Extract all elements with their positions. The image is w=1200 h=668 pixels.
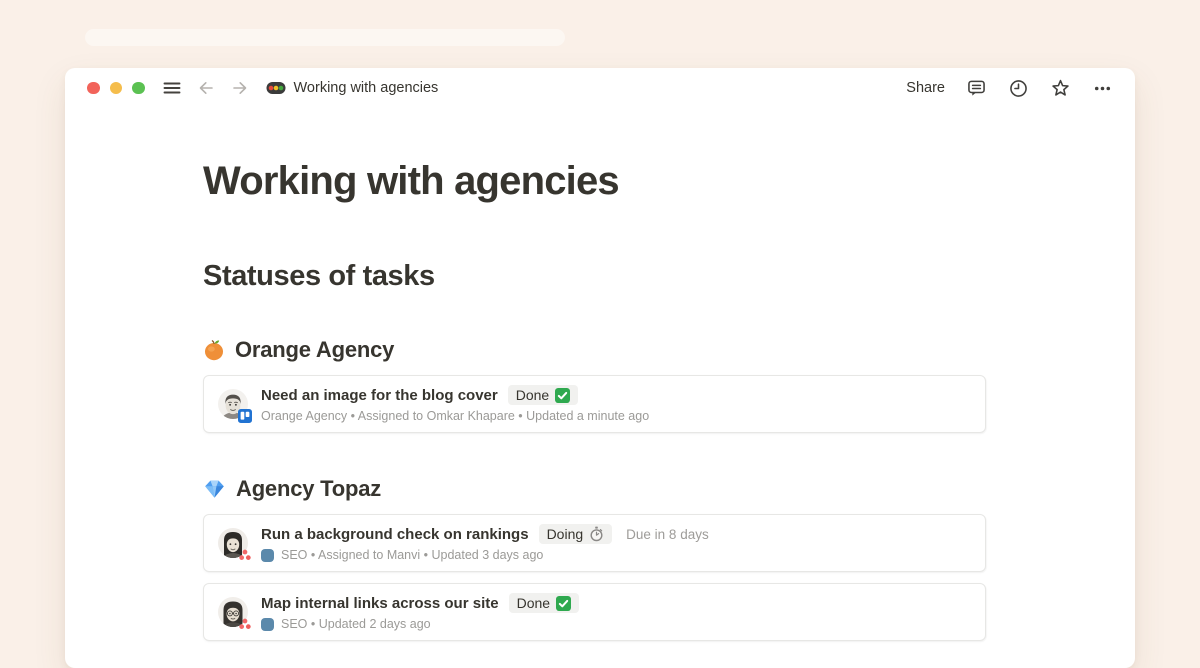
traffic-light-emoji-icon bbox=[266, 81, 286, 95]
task-title: Map internal links across our site bbox=[261, 595, 499, 612]
more-options-icon[interactable] bbox=[1092, 78, 1113, 99]
due-date: Due in 8 days bbox=[626, 527, 709, 542]
comments-icon[interactable] bbox=[966, 78, 987, 99]
share-button[interactable]: Share bbox=[906, 80, 945, 96]
stopwatch-emoji-icon bbox=[589, 526, 604, 542]
group-name: Orange Agency bbox=[235, 336, 394, 364]
avatar bbox=[218, 528, 248, 558]
task-meta: SEO • Assigned to Manvi • Updated 3 days… bbox=[261, 548, 709, 562]
avatar bbox=[218, 597, 248, 627]
status-pill: Doing bbox=[539, 524, 613, 544]
background-highlight bbox=[85, 29, 565, 46]
window-controls bbox=[87, 82, 145, 95]
check-emoji-icon bbox=[556, 596, 571, 611]
group-heading-agency-topaz: Agency Topaz bbox=[203, 475, 986, 503]
favorite-star-icon[interactable] bbox=[1050, 78, 1071, 99]
project-color-tag bbox=[261, 618, 274, 631]
close-window-button[interactable] bbox=[87, 82, 100, 95]
task-title: Need an image for the blog cover bbox=[261, 387, 498, 404]
titlebar: Working with agencies Share bbox=[65, 68, 1135, 108]
group-heading-orange-agency: Orange Agency bbox=[203, 336, 986, 364]
status-label: Done bbox=[517, 595, 550, 611]
gem-emoji-icon bbox=[203, 478, 226, 500]
project-color-tag bbox=[261, 549, 274, 562]
task-title: Run a background check on rankings bbox=[261, 526, 529, 543]
task-meta: SEO • Updated 2 days ago bbox=[261, 617, 579, 631]
tangerine-emoji-icon bbox=[203, 339, 225, 361]
group-name: Agency Topaz bbox=[236, 475, 381, 503]
section-heading: Statuses of tasks bbox=[203, 258, 986, 294]
status-label: Done bbox=[516, 387, 549, 403]
task-card[interactable]: Map internal links across our site Done … bbox=[203, 583, 986, 641]
task-card[interactable]: Need an image for the blog cover Done Or… bbox=[203, 375, 986, 433]
asana-badge-icon bbox=[238, 548, 252, 562]
asana-badge-icon bbox=[238, 617, 252, 631]
page-content: Working with agencies Statuses of tasks … bbox=[65, 158, 1135, 641]
zoom-window-button[interactable] bbox=[132, 82, 145, 95]
status-pill: Done bbox=[508, 385, 578, 405]
app-window: Working with agencies Share bbox=[65, 68, 1135, 668]
check-emoji-icon bbox=[555, 388, 570, 403]
back-arrow-icon[interactable] bbox=[196, 78, 216, 98]
sidebar-menu-icon[interactable] bbox=[162, 78, 182, 98]
avatar bbox=[218, 389, 248, 419]
page-title: Working with agencies bbox=[203, 158, 986, 204]
minimize-window-button[interactable] bbox=[110, 82, 123, 95]
status-pill: Done bbox=[509, 593, 579, 613]
breadcrumb-page-title[interactable]: Working with agencies bbox=[294, 80, 439, 96]
forward-arrow-icon[interactable] bbox=[230, 78, 250, 98]
task-card[interactable]: Run a background check on rankings Doing… bbox=[203, 514, 986, 572]
trello-badge-icon bbox=[238, 409, 252, 423]
status-label: Doing bbox=[547, 526, 584, 542]
task-meta: Orange Agency • Assigned to Omkar Khapar… bbox=[261, 409, 649, 423]
updates-clock-icon[interactable] bbox=[1008, 78, 1029, 99]
